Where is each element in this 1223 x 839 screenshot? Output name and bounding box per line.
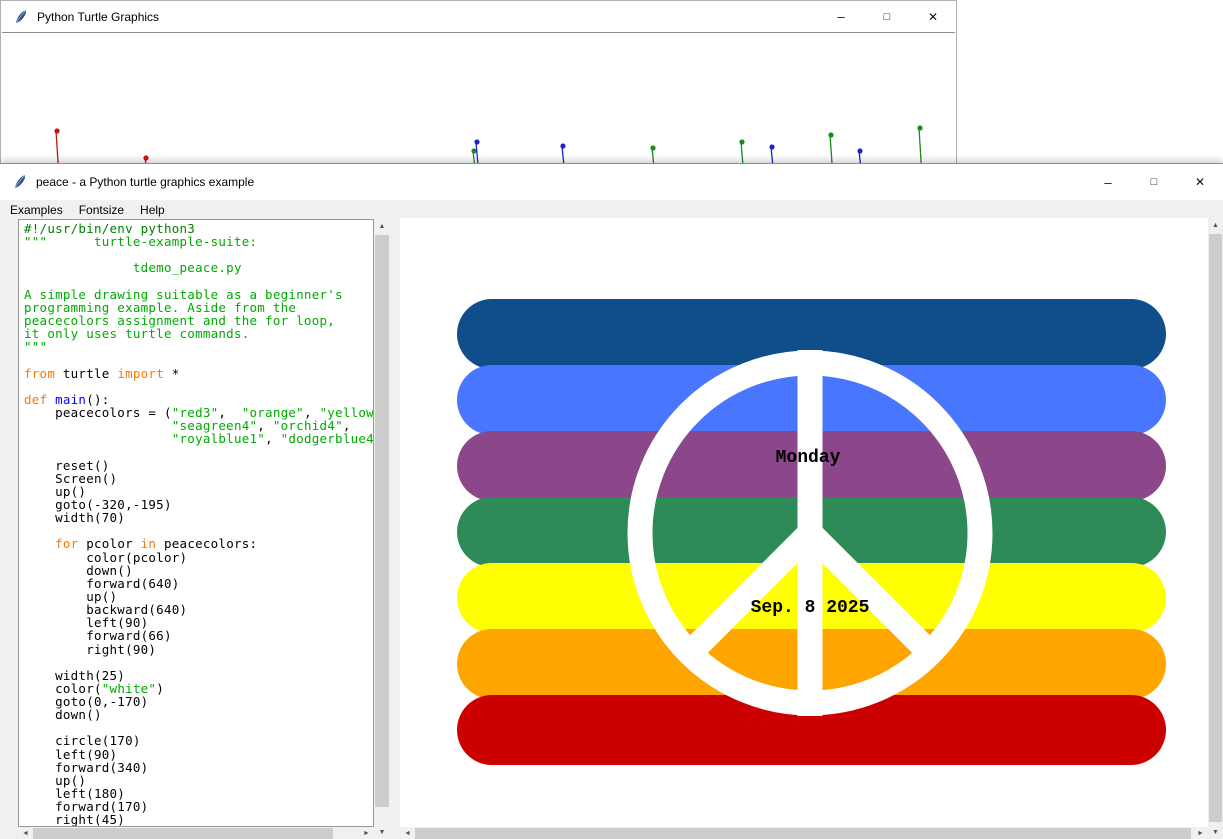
code-line: """ turtle-example-suite: [24, 235, 373, 248]
menu-help[interactable]: Help [132, 202, 173, 218]
code-line: down() [24, 708, 373, 721]
peace-demo-window: peace - a Python turtle graphics example… [0, 163, 1223, 839]
turtle-graphics-titlebar[interactable]: Python Turtle Graphics – □ ✕ [1, 1, 956, 32]
code-line: right(90) [24, 643, 373, 656]
menu-examples[interactable]: Examples [2, 202, 71, 218]
code-line: it only uses turtle commands. [24, 327, 373, 340]
scroll-up-icon[interactable]: ▲ [1208, 218, 1223, 233]
code-hscroll-thumb[interactable] [33, 828, 333, 839]
source-code-pane[interactable]: #!/usr/bin/env python3""" turtle-example… [18, 219, 374, 827]
scroll-left-icon[interactable]: ◄ [18, 827, 33, 839]
canvas-vscroll-thumb[interactable] [1209, 234, 1222, 822]
canvas-horizontal-scrollbar[interactable]: ◄ ► [400, 827, 1208, 839]
maximize-button[interactable]: □ [1131, 164, 1177, 200]
scroll-left-icon[interactable]: ◄ [400, 827, 415, 839]
code-vscroll-thumb[interactable] [375, 235, 389, 807]
peace-demo-titlebar[interactable]: peace - a Python turtle graphics example… [0, 164, 1223, 200]
code-line: from turtle import * [24, 367, 373, 380]
code-vertical-scrollbar[interactable]: ▲ ▼ [374, 219, 390, 839]
turtle-canvas: MondaySep. 8 2025 [400, 218, 1208, 827]
scroll-right-icon[interactable]: ► [1193, 827, 1208, 839]
code-line: tdemo_peace.py [24, 261, 373, 274]
app-icon [12, 174, 28, 190]
scroll-up-icon[interactable]: ▲ [374, 219, 390, 234]
scroll-down-icon[interactable]: ▼ [374, 825, 390, 839]
code-horizontal-scrollbar[interactable]: ◄ ► [18, 827, 374, 839]
minimize-button[interactable]: – [1085, 164, 1131, 200]
scroll-down-icon[interactable]: ▼ [1208, 825, 1223, 839]
code-line: """ [24, 340, 373, 353]
window-title: Python Turtle Graphics [37, 10, 159, 24]
desktop: Python Turtle Graphics – □ ✕ peace - a P… [0, 0, 1223, 839]
minimize-button[interactable]: – [818, 1, 864, 32]
code-content[interactable]: #!/usr/bin/env python3""" turtle-example… [24, 222, 373, 827]
menu-bar: Examples Fontsize Help [0, 200, 1223, 219]
menu-fontsize[interactable]: Fontsize [71, 202, 132, 218]
maximize-button[interactable]: □ [864, 1, 910, 32]
canvas-hscroll-thumb[interactable] [415, 828, 1191, 839]
code-line: "royalblue1", "dodgerblue4") [24, 432, 373, 445]
code-line: width(70) [24, 511, 373, 524]
peace-symbol [400, 218, 1208, 827]
close-button[interactable]: ✕ [1177, 164, 1223, 200]
app-icon [13, 9, 29, 25]
canvas-vertical-scrollbar[interactable]: ▲ ▼ [1208, 218, 1223, 839]
window-title: peace - a Python turtle graphics example [36, 175, 254, 189]
close-button[interactable]: ✕ [910, 1, 956, 32]
scroll-right-icon[interactable]: ► [359, 827, 374, 839]
